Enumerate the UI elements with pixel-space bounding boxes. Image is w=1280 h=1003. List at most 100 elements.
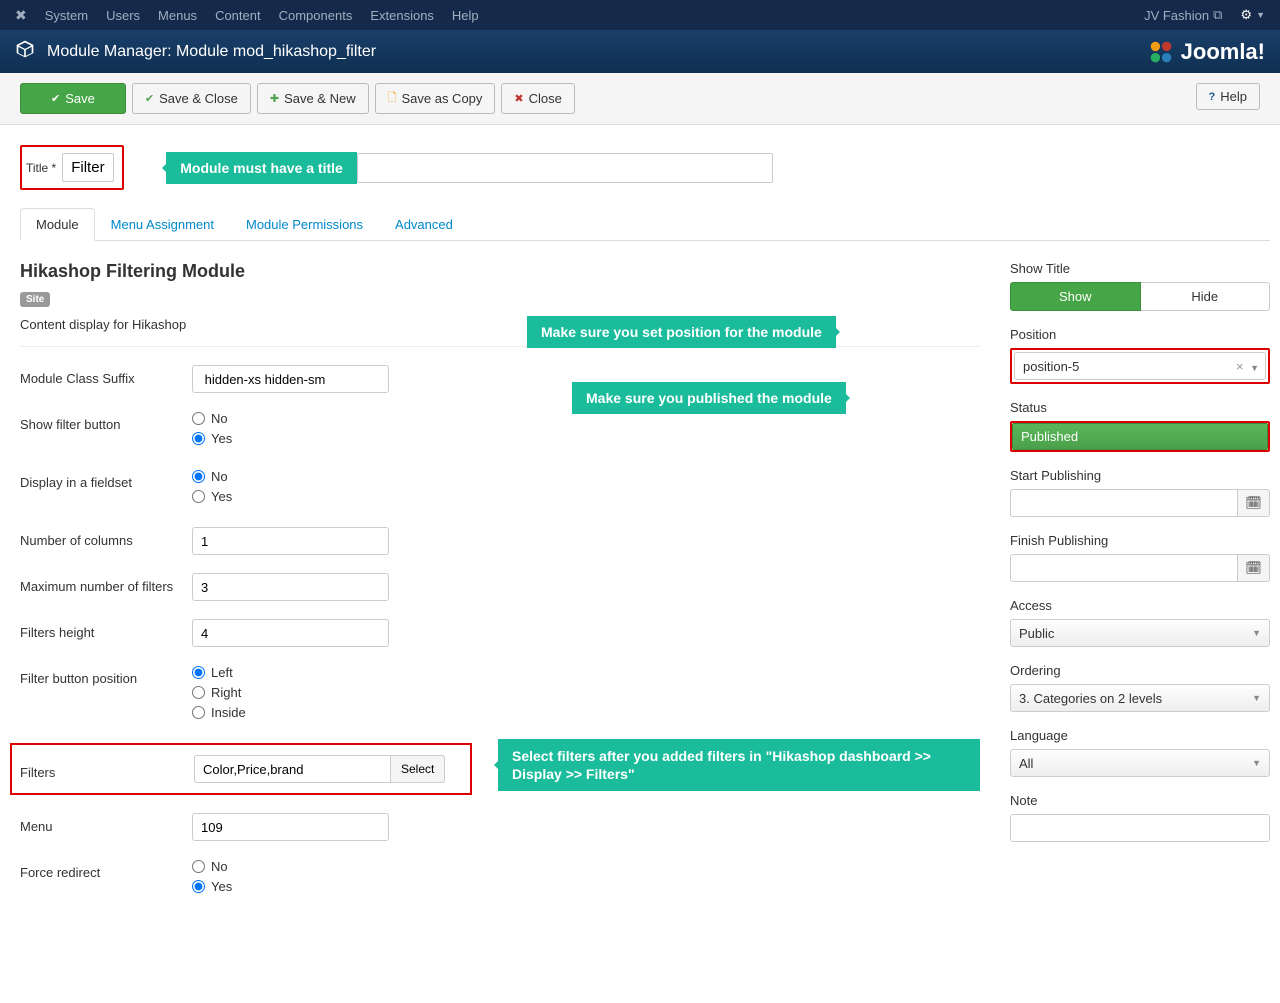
- content-area: Title * Module must have a title Module …: [0, 125, 1280, 937]
- position-select[interactable]: position-5 × ▼: [1014, 352, 1266, 380]
- page-header: Module Manager: Module mod_hikashop_filt…: [0, 30, 1280, 73]
- settings-menu[interactable]: ⚙ ▼: [1240, 7, 1265, 23]
- external-icon: ⧉: [1213, 7, 1222, 23]
- cube-icon: [15, 39, 35, 64]
- force-redirect-yes[interactable]: Yes: [192, 879, 980, 894]
- menu-input[interactable]: [192, 813, 389, 841]
- filters-input[interactable]: [194, 755, 391, 783]
- calendar-icon: 🗓: [1245, 495, 1262, 511]
- language-select[interactable]: All▼: [1010, 749, 1270, 777]
- force-redirect-no[interactable]: No: [192, 859, 980, 874]
- check-icon: ✔: [145, 92, 154, 105]
- save-copy-button[interactable]: 🗋Save as Copy: [375, 83, 496, 114]
- access-label: Access: [1010, 598, 1270, 613]
- status-select[interactable]: Published: [1012, 423, 1268, 450]
- note-input[interactable]: [1010, 814, 1270, 842]
- nav-components[interactable]: Components: [279, 8, 353, 23]
- close-icon: ✖: [514, 92, 523, 105]
- suffix-label: Module Class Suffix: [20, 365, 192, 386]
- show-filter-button-label: Show filter button: [20, 411, 192, 432]
- status-callout: Make sure you published the module: [572, 382, 846, 414]
- title-label: Title *: [26, 161, 56, 175]
- position-clear-icon[interactable]: ×: [1236, 359, 1244, 374]
- suffix-input[interactable]: [192, 365, 389, 393]
- filter-btn-pos-left[interactable]: Left: [192, 665, 980, 680]
- position-label: Position: [1010, 327, 1270, 342]
- nav-content[interactable]: Content: [215, 8, 261, 23]
- nav-system[interactable]: System: [45, 8, 88, 23]
- copy-icon: 🗋: [388, 89, 397, 108]
- title-input-extension[interactable]: [357, 153, 773, 183]
- finish-publishing-input[interactable]: [1010, 554, 1238, 582]
- gear-icon: ⚙: [1240, 7, 1252, 23]
- display-fieldset-yes[interactable]: Yes: [192, 489, 980, 504]
- tab-advanced[interactable]: Advanced: [379, 208, 469, 240]
- menu-label: Menu: [20, 813, 192, 834]
- check-icon: ✔: [51, 92, 60, 105]
- right-column: Show Title Show Hide Position position-5…: [1010, 261, 1270, 917]
- nav-extensions[interactable]: Extensions: [370, 8, 434, 23]
- force-redirect-label: Force redirect: [20, 859, 192, 880]
- filter-btn-pos-inside[interactable]: Inside: [192, 705, 980, 720]
- filters-callout: Select filters after you added filters i…: [498, 739, 980, 791]
- finish-publishing-calendar-button[interactable]: 🗓: [1238, 554, 1270, 582]
- note-label: Note: [1010, 793, 1270, 808]
- filters-height-label: Filters height: [20, 619, 192, 640]
- tab-module[interactable]: Module: [20, 208, 95, 241]
- save-button[interactable]: ✔Save: [20, 83, 126, 114]
- top-nav: ✖ System Users Menus Content Components …: [0, 0, 1280, 30]
- position-callout: Make sure you set position for the modul…: [527, 316, 836, 348]
- access-select[interactable]: Public▼: [1010, 619, 1270, 647]
- status-label: Status: [1010, 400, 1270, 415]
- max-filters-input[interactable]: [192, 573, 389, 601]
- chevron-down-icon: ▼: [1252, 758, 1261, 768]
- start-publishing-label: Start Publishing: [1010, 468, 1270, 483]
- filters-label: Filters: [20, 759, 194, 780]
- status-highlight: Published: [1010, 421, 1270, 452]
- display-fieldset-no[interactable]: No: [192, 469, 980, 484]
- toolbar: ✔Save ✔Save & Close ✚Save & New 🗋Save as…: [0, 73, 1280, 125]
- position-highlight: position-5 × ▼: [1010, 348, 1270, 384]
- site-link[interactable]: JV Fashion ⧉: [1144, 7, 1222, 23]
- display-fieldset-label: Display in a fieldset: [20, 469, 192, 490]
- tabs: Module Menu Assignment Module Permission…: [20, 208, 1270, 241]
- nav-help[interactable]: Help: [452, 8, 479, 23]
- chevron-down-icon: ▼: [1252, 628, 1261, 638]
- joomla-icon: ✖: [15, 7, 27, 24]
- num-columns-input[interactable]: [192, 527, 389, 555]
- left-column: Hikashop Filtering Module Site Content d…: [20, 261, 980, 917]
- filters-height-input[interactable]: [192, 619, 389, 647]
- tab-menu-assignment[interactable]: Menu Assignment: [95, 208, 230, 240]
- show-title-toggle[interactable]: Show Hide: [1010, 282, 1270, 311]
- start-publishing-input[interactable]: [1010, 489, 1238, 517]
- save-close-button[interactable]: ✔Save & Close: [132, 83, 251, 114]
- filters-select-button[interactable]: Select: [391, 755, 445, 783]
- filter-btn-pos-right[interactable]: Right: [192, 685, 980, 700]
- max-filters-label: Maximum number of filters: [20, 573, 192, 594]
- nav-users[interactable]: Users: [106, 8, 140, 23]
- show-title-label: Show Title: [1010, 261, 1270, 276]
- help-button[interactable]: ?Help: [1196, 83, 1260, 110]
- page-title: Module Manager: Module mod_hikashop_filt…: [47, 43, 376, 61]
- caret-down-icon: ▼: [1256, 10, 1265, 20]
- title-highlight: Title *: [20, 145, 124, 190]
- title-input[interactable]: [62, 153, 114, 182]
- ordering-select[interactable]: 3. Categories on 2 levels▼: [1010, 684, 1270, 712]
- save-new-button[interactable]: ✚Save & New: [257, 83, 369, 114]
- show-filter-yes[interactable]: Yes: [192, 431, 980, 446]
- filters-highlight: Filters Select: [10, 743, 472, 795]
- joomla-logo: Joomla!: [1146, 37, 1265, 67]
- finish-publishing-label: Finish Publishing: [1010, 533, 1270, 548]
- num-columns-label: Number of columns: [20, 527, 192, 548]
- position-value: position-5: [1023, 359, 1079, 374]
- show-title-hide[interactable]: Hide: [1141, 282, 1271, 311]
- filter-btn-pos-label: Filter button position: [20, 665, 192, 686]
- plus-icon: ✚: [270, 92, 279, 105]
- tab-module-permissions[interactable]: Module Permissions: [230, 208, 379, 240]
- show-title-show[interactable]: Show: [1010, 282, 1141, 311]
- close-button[interactable]: ✖Close: [501, 83, 574, 114]
- start-publishing-calendar-button[interactable]: 🗓: [1238, 489, 1270, 517]
- chevron-down-icon: ▼: [1248, 363, 1259, 373]
- nav-menus[interactable]: Menus: [158, 8, 197, 23]
- language-label: Language: [1010, 728, 1270, 743]
